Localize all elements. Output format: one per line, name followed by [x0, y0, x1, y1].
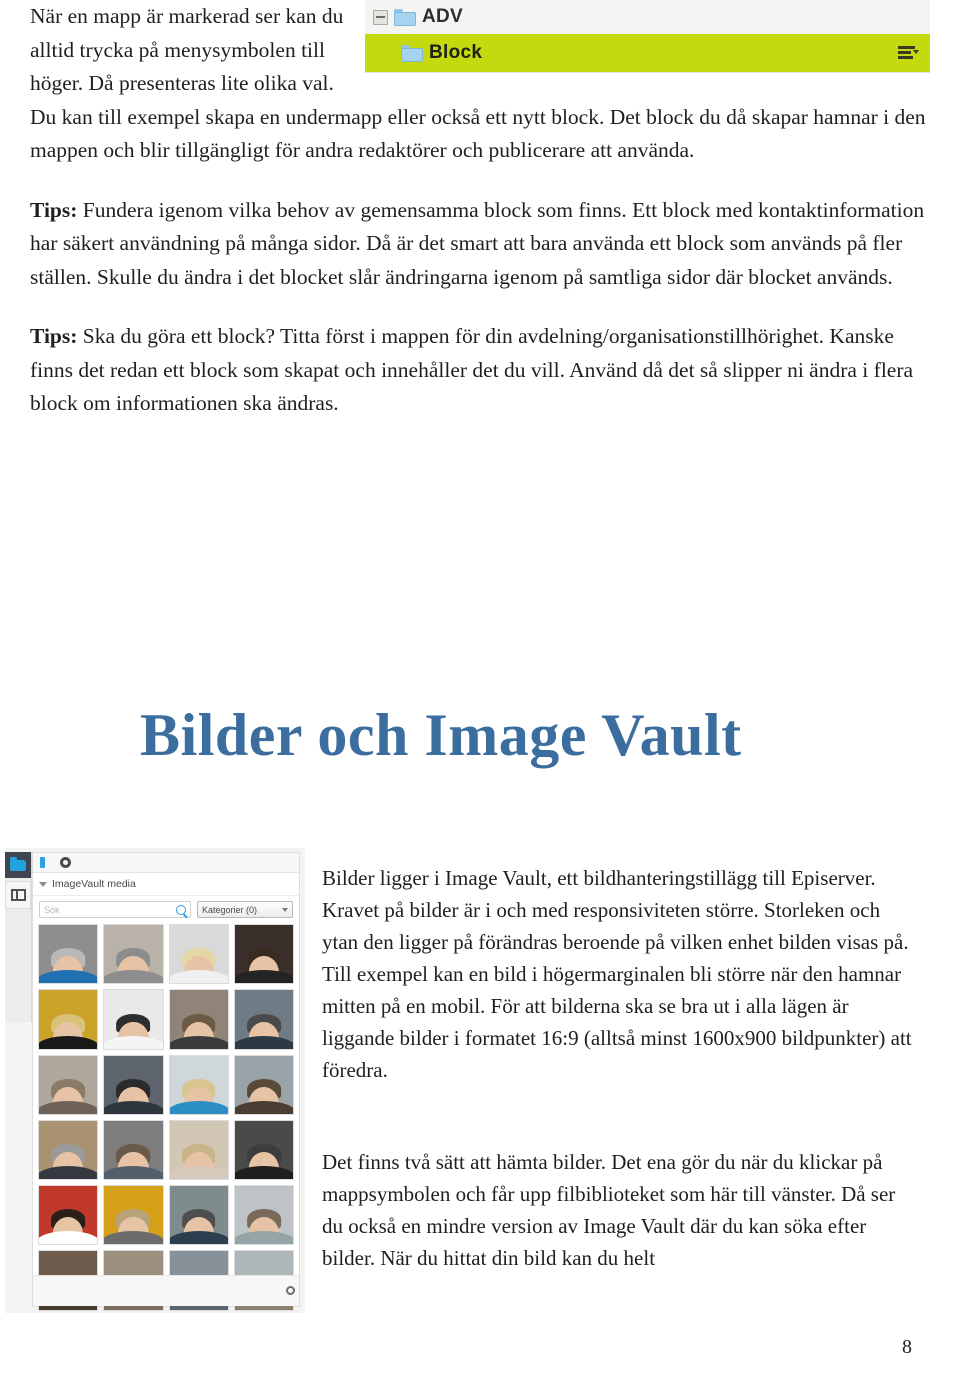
right-text-column: Bilder ligger i Image Vault, ett bildhan… [322, 862, 914, 1274]
thumbnail-item[interactable] [38, 924, 99, 985]
category-select-label: Kategorier (0) [202, 904, 258, 915]
imagevault-main-panel: ImageVault media Sök Kategorier (0) [32, 852, 300, 1311]
thumbnail-item[interactable] [103, 1185, 164, 1246]
page-number: 8 [902, 1336, 912, 1358]
thumbnail-item[interactable] [103, 1054, 164, 1115]
thumbnail-item[interactable] [103, 989, 164, 1050]
pin-icon[interactable] [40, 857, 45, 868]
imagevault-panel-header[interactable]: ImageVault media [33, 873, 299, 896]
thumbnail-item[interactable] [103, 924, 164, 985]
tree-row-block[interactable]: Block [365, 34, 930, 72]
section-heading: Bilder och Image Vault [140, 702, 742, 768]
top-text-section: ADV Block När en mapp är markerad ser ka… [30, 0, 930, 421]
paragraph-imagevault-intro: Bilder ligger i Image Vault, ett bildhan… [322, 866, 912, 1082]
chevron-down-icon [282, 907, 288, 912]
thumbnail-item[interactable] [233, 989, 294, 1050]
chevron-down-icon[interactable] [39, 881, 47, 887]
thumbnail-item[interactable] [38, 989, 99, 1050]
folder-icon [394, 8, 416, 26]
gear-icon[interactable] [60, 857, 71, 868]
hamburger-menu-icon[interactable] [898, 45, 919, 61]
document-page: ADV Block När en mapp är markerad ser ka… [0, 0, 960, 1381]
thumbnail-item[interactable] [168, 924, 229, 985]
imagevault-search-row: Sök Kategorier (0) [33, 896, 299, 922]
split-pane-icon [11, 889, 26, 901]
tips-1-label: Tips: [30, 197, 78, 222]
gear-icon[interactable] [286, 1286, 295, 1295]
thumbnail-item[interactable] [168, 1185, 229, 1246]
thumbnail-item[interactable] [38, 1185, 99, 1246]
paragraph-fetch-images: Det finns två sätt att hämta bilder. Det… [322, 1150, 896, 1270]
tips-2-text: Ska du göra ett block? Titta först i map… [30, 324, 914, 415]
paragraph-tips-1: Tips: Fundera igenom vilka behov av geme… [30, 194, 930, 295]
thumbnail-item[interactable] [233, 1054, 294, 1115]
tips-2-label: Tips: [30, 324, 78, 348]
thumbnail-item[interactable] [168, 989, 229, 1050]
imagevault-toolbar [33, 853, 299, 873]
search-input[interactable]: Sök [39, 901, 191, 918]
rail-panel-toggle-button[interactable] [5, 881, 31, 909]
paragraph-tips-2: Tips: Ska du göra ett block? Titta först… [30, 320, 930, 421]
thumbnail-item[interactable] [233, 1119, 294, 1180]
imagevault-panel-title: ImageVault media [52, 878, 136, 890]
imagevault-panel-screenshot: ImageVault media Sök Kategorier (0) [5, 848, 305, 1313]
magnifier-icon[interactable] [176, 905, 186, 915]
thumbnail-item[interactable] [168, 1054, 229, 1115]
folder-icon [10, 857, 26, 871]
thumbnail-item[interactable] [233, 1185, 294, 1246]
tips-1-text: Fundera igenom vilka behov av gemensamma… [30, 197, 925, 289]
imagevault-left-rail [5, 852, 32, 1022]
folder-icon [401, 44, 423, 62]
folder-tree-screenshot: ADV Block [365, 0, 930, 73]
thumbnail-item[interactable] [168, 1119, 229, 1180]
thumbnail-item[interactable] [233, 924, 294, 985]
collapse-box-icon[interactable] [373, 9, 388, 25]
tree-row-block-content: Block [401, 42, 482, 64]
rail-folder-button[interactable] [5, 852, 31, 878]
imagevault-footer [33, 1275, 299, 1306]
tree-row-adv[interactable]: ADV [365, 0, 930, 34]
thumbnail-item[interactable] [103, 1119, 164, 1180]
tree-row-adv-content: ADV [373, 6, 463, 28]
tree-row-adv-label: ADV [422, 6, 464, 27]
search-placeholder: Sök [44, 904, 60, 915]
category-select[interactable]: Kategorier (0) [197, 901, 293, 918]
imagevault-thumbnail-grid [33, 922, 299, 1313]
tree-row-block-label: Block [429, 42, 483, 63]
thumbnail-item[interactable] [38, 1119, 99, 1180]
thumbnail-item[interactable] [38, 1054, 99, 1115]
